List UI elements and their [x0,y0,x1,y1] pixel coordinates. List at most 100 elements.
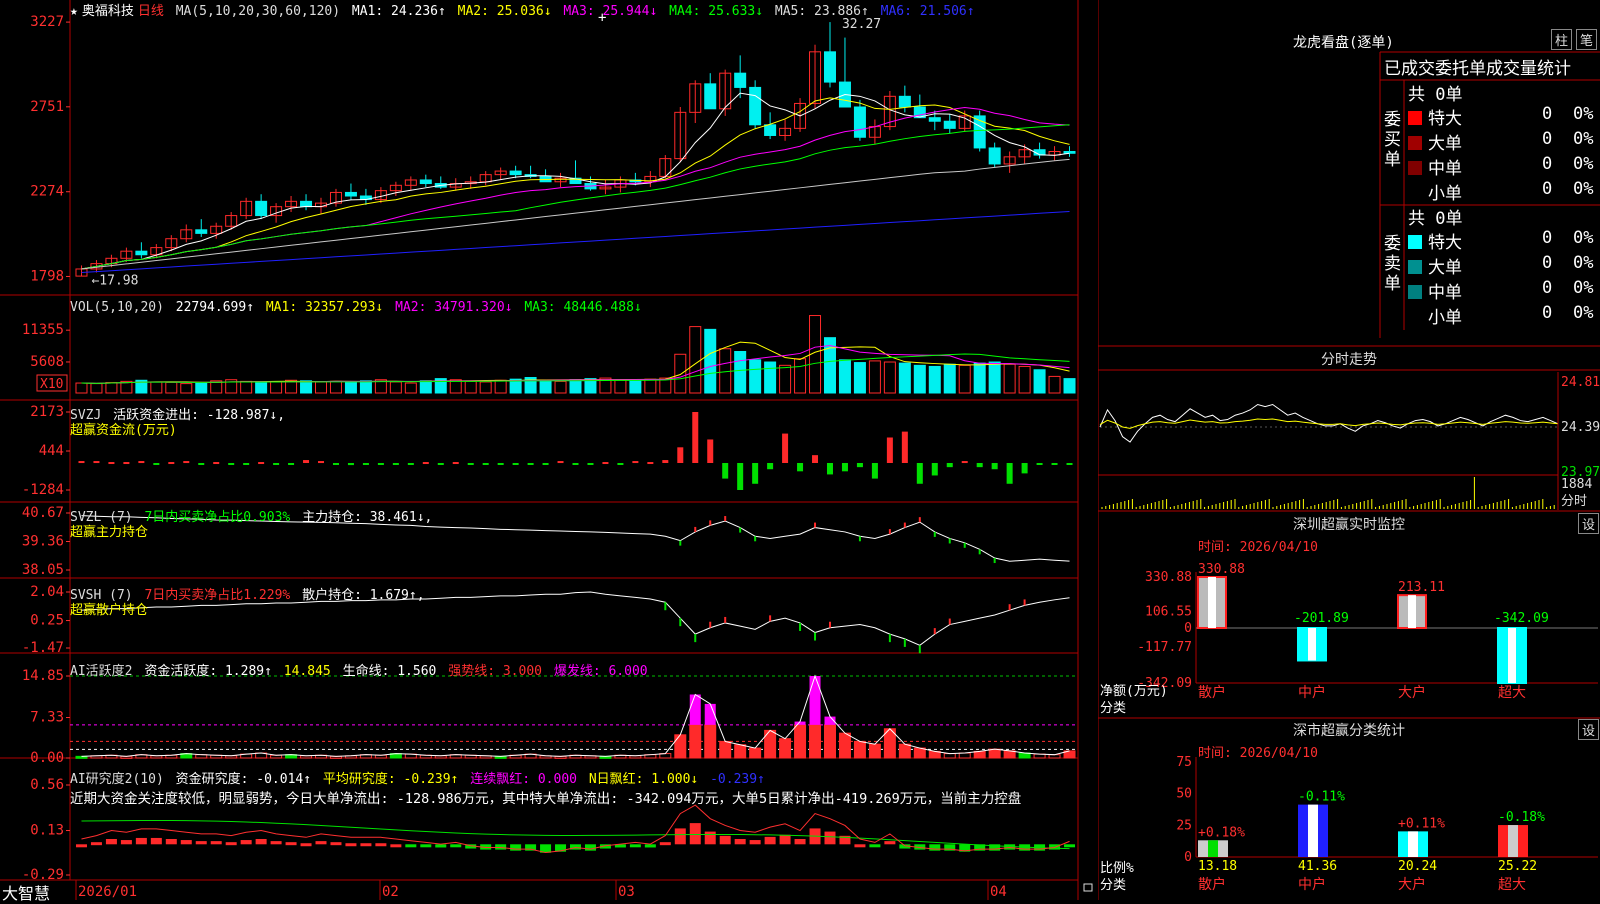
buy-row-swatch [1408,186,1422,200]
ai2-bar [180,840,192,845]
svzj-bar [332,463,339,465]
ai1-bar [823,724,836,759]
tick-mode-button[interactable]: 笔 [1576,29,1598,50]
vol-bar [779,364,792,394]
svzj-bar [78,461,85,464]
class-change-label: -0.18% [1498,810,1545,825]
vol-bar [255,382,268,394]
vol-bar [195,382,208,394]
svzj-bar [692,412,699,463]
svzj-bar [677,447,684,463]
svzj-bar [228,463,235,465]
ai2-bar [1064,844,1076,848]
class-x-label: 大户 [1398,876,1426,893]
monitor-y-tick: -117.77 [1137,640,1192,655]
sz-monitor-settings-button[interactable]: 设 [1578,513,1600,534]
vol-bar [464,380,477,394]
svzj-bar [841,463,848,472]
candle-body [749,86,762,126]
ai2-d4: N日飘红: 1.000↓ [588,772,699,787]
buy-row-percent: 0% [1573,129,1594,149]
ai2-bar [824,831,836,845]
vol-bar [704,328,717,394]
period-label[interactable]: 日线 [138,4,164,19]
ai1-bar [794,724,807,759]
vol-bar [988,361,1001,394]
candle-body [853,106,866,138]
buy-row-percent: 0% [1573,154,1594,174]
vol-params: VOL(5,10,20) [70,300,164,315]
vol-bar [853,362,866,394]
fenshi-y-tick: 24.81 [1561,375,1600,390]
monitor-bar-label: 330.88 [1198,562,1245,577]
vol-bar [689,326,702,394]
sell-row: 中单 0 0% [1408,278,1598,303]
svzj-bar [572,463,579,465]
vol-bar [674,353,687,394]
ai2-bar [450,844,462,848]
vol-bar [644,378,657,394]
svzj-bar [198,463,205,465]
lock-icon [1083,883,1093,892]
class-x-label: 中户 [1298,876,1326,893]
buy-row-name: 特大 [1428,109,1462,129]
svzj-y-tick: -1284 [22,482,64,498]
ai2-bar [764,836,776,845]
ai2-bar [135,837,147,845]
buy-row-value: 0 [1542,104,1553,124]
svzj-bar [1051,463,1058,465]
buy-row-swatch [1408,161,1422,175]
buy-row-percent: 0% [1573,104,1594,124]
ma4-value: MA4: 25.633↓ [669,4,764,19]
monitor-y-tick: 0 [1184,621,1192,636]
svzj-bar [871,463,878,479]
kline-area[interactable]: 3227 2751 2274 1798 32.27 ←17.98 +11355 5608 X10… [0,0,1098,903]
sell-row-name: 大单 [1428,258,1462,278]
lhb-title: 龙虎看盘(逐单) [1293,35,1394,51]
svzj-bar [961,461,968,464]
sell-row-swatch [1408,310,1422,324]
vol-bar [240,380,253,394]
sell-orders-block: 委卖单 共 0单 特大 0 0% 大单 0 0% 中单 0 0% 小单 0 0% [1384,204,1600,328]
vol-bar [329,380,342,394]
svzj-bar [901,431,908,463]
ai2-bar [315,841,327,845]
ai2-bar [195,841,207,845]
class-y-tick: 50 [1176,787,1192,802]
svzj-bar [662,460,669,463]
svzj-bar [362,463,369,465]
ai1-bar [898,743,911,759]
vol-bar [389,381,402,394]
class-value-label: 20.24 [1398,859,1437,874]
star-icon[interactable]: ★ [70,4,78,19]
sz-monitor-xlabel: 分类 [1100,701,1127,716]
svzj-bar [213,462,220,465]
ai2-bar [719,835,731,845]
ai2-y-tick: 0.56 [30,777,64,793]
ai2-bar [405,844,417,848]
ai1-y-tick: 14.85 [22,668,64,684]
sz-class-settings-button[interactable]: 设 [1578,719,1600,740]
ma6-value: MA6: 21.506↑ [880,4,975,19]
tab-volume[interactable]: 成交量统计 [1486,59,1571,79]
sell-row: 特大 0 0% [1408,228,1598,253]
bar-mode-button[interactable]: 柱 [1551,29,1573,50]
svzj-bar [752,463,759,484]
buy-row: 中单 0 0% [1408,154,1598,179]
buy-row-percent: 0% [1573,179,1594,199]
ma30-line [81,124,1070,270]
monitor-bar-shine [1208,577,1216,628]
tab-done[interactable]: 已成交 [1384,59,1435,79]
ai2-bar [120,840,132,845]
ai1-bar [958,752,971,759]
vol-bar [943,363,956,394]
tab-orders[interactable]: 委托单 [1435,59,1486,79]
ai2-comment: 近期大资金关注度较低，明显弱势，今日大单净流出: -128.986万元，其中特大… [70,791,1022,807]
date-label: 02 [382,884,399,900]
ai1-bar [704,724,717,759]
ai1-y-tick: 0.00 [30,750,64,766]
ai2-bar [420,844,432,848]
svzl-y-tick: 38.05 [22,562,64,578]
kline-svg[interactable]: 322727512274179832.27←17.98+113555608X10… [0,0,1098,900]
svzj-bar [422,462,429,465]
